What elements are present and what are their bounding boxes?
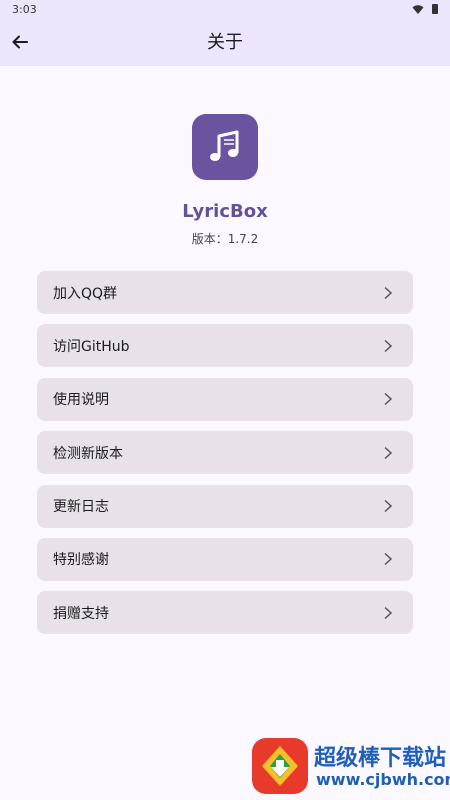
menu-item-visit-github[interactable]: 访问GitHub [37,324,413,368]
page-title: 关于 [207,32,243,53]
menu-item-label: 捐赠支持 [53,605,109,622]
menu-item-donate[interactable]: 捐赠支持 [37,591,413,635]
watermark: 超级棒下载站 www.cjbwh.com [250,736,450,796]
status-time: 3:03 [12,3,37,16]
app-icon [192,114,258,180]
app-name: LyricBox [182,201,268,222]
menu-item-label: 使用说明 [53,392,109,409]
menu-item-label: 加入QQ群 [53,285,118,302]
menu-item-join-qq-group[interactable]: 加入QQ群 [37,271,413,314]
menu-item-label: 特别感谢 [53,552,109,569]
menu-item-special-thanks[interactable]: 特别感谢 [37,537,413,581]
wifi-icon [412,5,424,14]
menu-item-label: 检测新版本 [53,445,123,462]
chevron-right-icon [384,446,393,459]
about-menu: 加入QQ群 访问GitHub 使用说明 检测新版本 更新日志 特别感谢 捐赠支持 [37,271,413,645]
watermark-logo-icon [252,738,308,794]
status-icons [398,3,438,15]
chevron-right-icon [384,393,393,406]
watermark-url: www.cjbwh.com [316,770,450,789]
menu-item-check-update[interactable]: 检测新版本 [37,431,413,475]
menu-item-user-guide[interactable]: 使用说明 [37,377,413,421]
menu-item-label: 更新日志 [53,499,109,516]
menu-item-label: 访问GitHub [53,338,130,355]
chevron-right-icon [384,286,393,299]
music-note-icon [210,130,239,161]
chevron-right-icon [384,606,393,619]
battery-icon [432,4,438,14]
chevron-right-icon [384,500,393,513]
chevron-right-icon [384,553,393,566]
chevron-right-icon [384,339,393,352]
watermark-title: 超级棒下载站 [314,746,447,771]
top-app-bar: 3:03 关于 [0,0,450,66]
menu-item-changelog[interactable]: 更新日志 [37,484,413,528]
app-version: 版本：1.7.2 [191,232,259,246]
